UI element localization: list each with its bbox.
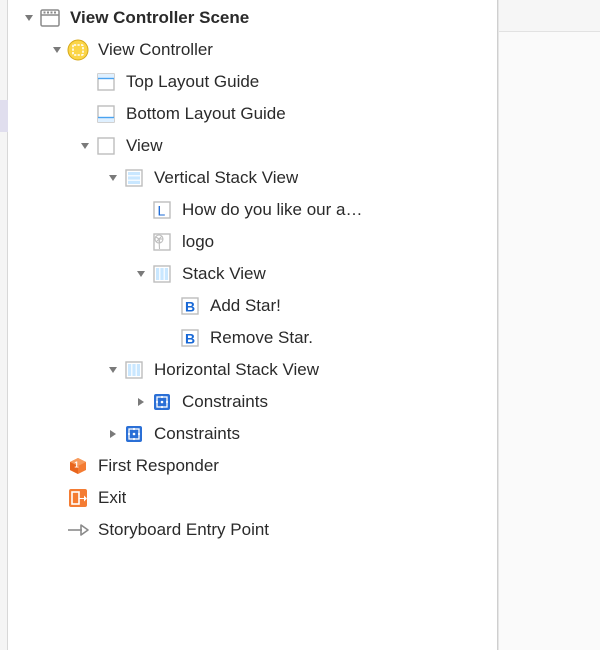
entry-point-arrow-icon xyxy=(66,518,90,542)
tree-row-stack-view[interactable]: Stack View xyxy=(8,258,497,290)
canvas-area xyxy=(498,0,600,650)
tree-row-button-add-star[interactable]: B Add Star! xyxy=(8,290,497,322)
uilabel-icon: L xyxy=(150,198,174,222)
exit-icon xyxy=(66,486,90,510)
tree-row-scene[interactable]: View Controller Scene xyxy=(8,2,497,34)
tree-row-constraints[interactable]: Constraints xyxy=(8,418,497,450)
disclosure-triangle-icon[interactable] xyxy=(134,395,148,409)
tree-label: Horizontal Stack View xyxy=(154,360,319,380)
document-outline[interactable]: View Controller Scene View Controller To… xyxy=(8,0,498,650)
tree-row-vertical-stack[interactable]: Vertical Stack View xyxy=(8,162,497,194)
tree-label: Add Star! xyxy=(210,296,281,316)
tree-label: logo xyxy=(182,232,214,252)
disclosure-triangle-icon[interactable] xyxy=(22,11,36,25)
tree-label: View Controller Scene xyxy=(70,8,249,28)
tree-row-bottom-layout-guide[interactable]: Bottom Layout Guide xyxy=(8,98,497,130)
tree-label: Constraints xyxy=(154,424,240,444)
tree-row-entry-point[interactable]: Storyboard Entry Point xyxy=(8,514,497,546)
tree-label: Stack View xyxy=(182,264,266,284)
first-responder-icon: 1 xyxy=(66,454,90,478)
tree-row-top-layout-guide[interactable]: Top Layout Guide xyxy=(8,66,497,98)
disclosure-triangle-icon[interactable] xyxy=(78,139,92,153)
tree-row-exit[interactable]: Exit xyxy=(8,482,497,514)
svg-text:B: B xyxy=(185,331,195,347)
tree-row-label-question[interactable]: L How do you like our a… xyxy=(8,194,497,226)
svg-text:L: L xyxy=(158,203,166,219)
svg-text:B: B xyxy=(185,299,195,315)
layout-guide-top-icon xyxy=(94,70,118,94)
tree-label: View Controller xyxy=(98,40,213,60)
constraints-icon xyxy=(150,390,174,414)
scene-icon xyxy=(38,6,62,30)
svg-text:1: 1 xyxy=(74,461,79,470)
uiimageview-icon xyxy=(150,230,174,254)
tree-label: Bottom Layout Guide xyxy=(126,104,286,124)
tree-label: Constraints xyxy=(182,392,268,412)
disclosure-triangle-icon[interactable] xyxy=(106,427,120,441)
tree-row-view[interactable]: View xyxy=(8,130,497,162)
layout-guide-bottom-icon xyxy=(94,102,118,126)
horizontal-stack-icon xyxy=(122,358,146,382)
disclosure-triangle-icon[interactable] xyxy=(106,363,120,377)
tree-label: Exit xyxy=(98,488,126,508)
tree-label: Remove Star. xyxy=(210,328,313,348)
view-controller-icon xyxy=(66,38,90,62)
disclosure-triangle-icon[interactable] xyxy=(134,267,148,281)
disclosure-triangle-icon[interactable] xyxy=(50,43,64,57)
tree-row-button-remove-star[interactable]: B Remove Star. xyxy=(8,322,497,354)
constraints-icon xyxy=(122,422,146,446)
tree-label: Storyboard Entry Point xyxy=(98,520,269,540)
tree-label: First Responder xyxy=(98,456,219,476)
tree-label: View xyxy=(126,136,163,156)
tree-label: How do you like our a… xyxy=(182,200,362,220)
tree-label: Vertical Stack View xyxy=(154,168,298,188)
vertical-stack-icon xyxy=(122,166,146,190)
tree-label: Top Layout Guide xyxy=(126,72,259,92)
tree-row-first-responder[interactable]: 1 First Responder xyxy=(8,450,497,482)
tree-row-horizontal-stack[interactable]: Horizontal Stack View xyxy=(8,354,497,386)
disclosure-triangle-icon[interactable] xyxy=(106,171,120,185)
tree-row-view-controller[interactable]: View Controller xyxy=(8,34,497,66)
tree-row-image-logo[interactable]: logo xyxy=(8,226,497,258)
canvas-toolbar xyxy=(499,0,600,32)
tree-row-constraints[interactable]: Constraints xyxy=(8,386,497,418)
uibutton-icon: B xyxy=(178,326,202,350)
uibutton-icon: B xyxy=(178,294,202,318)
horizontal-stack-icon xyxy=(150,262,174,286)
uiview-icon xyxy=(94,134,118,158)
